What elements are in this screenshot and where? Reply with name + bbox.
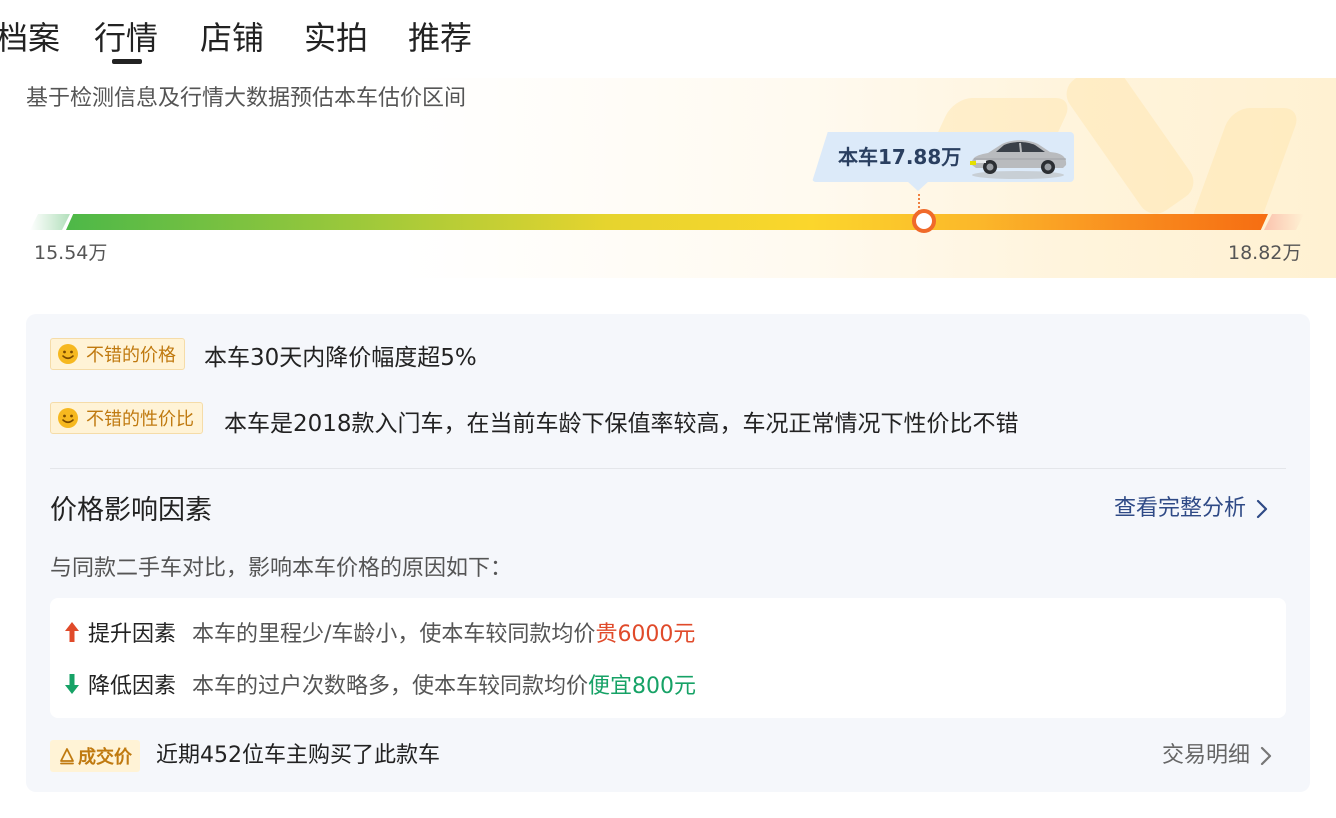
factor-name: 降低因素 (88, 674, 177, 699)
factor-amount: 贵6000元 (595, 622, 696, 647)
smile-icon (58, 344, 78, 364)
current-price-label: 本车17.88万 (838, 145, 962, 169)
decor-shape (1188, 108, 1302, 228)
full-analysis-link[interactable]: 查看完整分析 (1114, 494, 1268, 524)
factors-title: 价格影响因素 (50, 495, 212, 526)
tag-good-value: 不错的性价比 (50, 402, 203, 434)
price-estimate-section: 基于检测信息及行情大数据预估本车估价区间 本车17.88万 15.54万 18.… (0, 78, 1336, 278)
analysis-card (26, 314, 1310, 792)
estimate-subtitle: 基于检测信息及行情大数据预估本车估价区间 (26, 86, 467, 111)
deal-icon (60, 748, 74, 765)
smile-icon (58, 408, 78, 428)
tag-good-price: 不错的价格 (50, 338, 185, 370)
deal-info-text: 近期452位车主购买了此款车 (156, 743, 440, 768)
chevron-right-icon (1256, 499, 1268, 519)
advantage-text: 本车30天内降价幅度超5% (204, 345, 477, 371)
tab-archive[interactable]: 档案 (0, 16, 60, 60)
deal-tag-label: 成交价 (78, 747, 132, 768)
tab-bar: 档案 行情 店铺 实拍 推荐 (0, 0, 1336, 78)
factor-row-up: 提升因素 本车的里程少/车龄小，使本车较同款均价 贵6000元 (64, 617, 695, 647)
range-max-label: 18.82万 (1228, 242, 1302, 264)
factor-text: 本车的过户次数略多，使本车较同款均价 (192, 674, 589, 699)
divider (50, 468, 1286, 469)
range-bar-fade-left (30, 214, 70, 230)
tag-label: 不错的价格 (86, 345, 176, 366)
decor-shape (1059, 78, 1201, 221)
bubble-pointer (907, 181, 929, 191)
factors-description: 与同款二手车对比，影响本车价格的原因如下： (50, 556, 513, 581)
tag-label: 不错的性价比 (86, 409, 194, 430)
current-price-marker (911, 209, 936, 233)
car-icon (970, 140, 1067, 179)
full-analysis-label: 查看完整分析 (1114, 496, 1247, 521)
tab-recommend[interactable]: 推荐 (408, 16, 472, 60)
price-range-bar (66, 214, 1268, 230)
range-bar-fade-right (1264, 214, 1304, 230)
factor-text: 本车的里程少/车龄小，使本车较同款均价 (192, 622, 596, 647)
tab-shop[interactable]: 店铺 (200, 16, 264, 60)
factor-amount: 便宜800元 (588, 674, 697, 699)
factor-name: 提升因素 (88, 622, 177, 647)
tab-photos[interactable]: 实拍 (304, 16, 368, 60)
advantage-text: 本车是2018款入门车，在当前车龄下保值率较高，车况正常情况下性价比不错 (224, 411, 1019, 437)
tab-market[interactable]: 行情 (94, 16, 158, 60)
deal-detail-link[interactable]: 交易明细 (1162, 741, 1272, 771)
active-tab-indicator (112, 59, 142, 64)
arrow-up-icon (65, 622, 79, 642)
factor-row-down: 降低因素 本车的过户次数略多，使本车较同款均价 便宜800元 (64, 669, 696, 699)
range-min-label: 15.54万 (34, 242, 108, 264)
deal-detail-label: 交易明细 (1162, 743, 1251, 768)
arrow-down-icon (65, 674, 79, 694)
deal-price-tag: 成交价 (50, 740, 140, 772)
chevron-right-icon (1260, 746, 1272, 766)
